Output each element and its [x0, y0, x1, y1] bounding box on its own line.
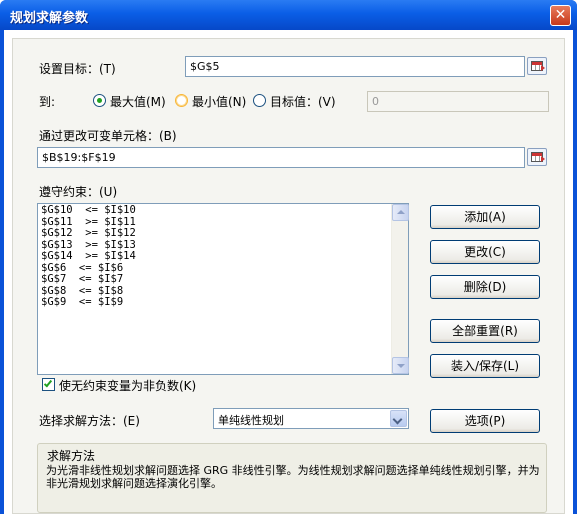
target-value-radio[interactable] — [253, 94, 266, 107]
list-item[interactable]: $G$9 <= $I$9 — [41, 296, 136, 309]
solver-dialog: 规划求解参数 ✕ 设置目标：(T) $G$5 到: 最大值(M) 最小值(N) … — [0, 0, 577, 514]
target-value-radio-label: 目标值：(V) — [270, 95, 336, 109]
add-button[interactable]: 添加(A) — [430, 205, 540, 229]
to-label: 到: — [39, 95, 56, 109]
constraints-scrollbar[interactable] — [391, 204, 409, 374]
delete-button[interactable]: 删除(D) — [430, 275, 540, 299]
max-radio[interactable] — [93, 94, 106, 107]
method-select-value: 单纯线性规划 — [218, 414, 284, 427]
min-radio[interactable] — [175, 94, 188, 107]
options-button[interactable]: 选项(P) — [430, 409, 540, 433]
list-item[interactable]: $G$14 >= $I$14 — [41, 250, 136, 263]
close-button[interactable]: ✕ — [550, 5, 571, 26]
scroll-down-icon[interactable] — [392, 357, 409, 374]
nonneg-checkbox[interactable] — [42, 378, 55, 391]
min-radio-label: 最小值(N) — [192, 95, 247, 109]
title-bar: 规划求解参数 ✕ — [0, 0, 577, 30]
scroll-up-icon[interactable] — [392, 204, 409, 221]
max-radio-label: 最大值(M) — [110, 95, 166, 109]
list-item[interactable]: $G$10 <= $I$10 — [41, 204, 136, 217]
dialog-client: 设置目标：(T) $G$5 到: 最大值(M) 最小值(N) 目标值：(V) 0… — [4, 30, 573, 514]
nonneg-label: 使无约束变量为非负数(K) — [59, 379, 197, 393]
constraints-list[interactable]: $G$10 <= $I$10 $G$11 >= $I$11 $G$12 >= $… — [37, 203, 409, 375]
variables-input[interactable]: $B$19:$F$19 — [37, 147, 525, 168]
dialog-panel: 设置目标：(T) $G$5 到: 最大值(M) 最小值(N) 目标值：(V) 0… — [12, 38, 565, 514]
objective-label: 设置目标：(T) — [39, 62, 116, 76]
list-item[interactable]: $G$7 <= $I$7 — [41, 273, 136, 286]
constraints-label: 遵守约束：(U) — [39, 185, 118, 199]
load-save-button[interactable]: 装入/保存(L) — [430, 354, 540, 378]
dialog-title: 规划求解参数 — [10, 11, 89, 26]
variables-label: 通过更改可变单元格：(B) — [39, 129, 177, 143]
variables-range-select-icon[interactable] — [527, 148, 547, 166]
solving-method-group: 求解方法 为光滑非线性规划求解问题选择 GRG 非线性引擎。为线性规划求解问题选… — [37, 443, 547, 513]
solving-method-title: 求解方法 — [47, 449, 96, 463]
reset-all-button[interactable]: 全部重置(R) — [430, 319, 540, 343]
change-button[interactable]: 更改(C) — [430, 240, 540, 264]
method-label: 选择求解方法：(E) — [39, 414, 140, 428]
method-select[interactable]: 单纯线性规划 — [213, 408, 409, 429]
target-value-input[interactable]: 0 — [367, 91, 549, 112]
list-item[interactable]: $G$12 >= $I$12 — [41, 227, 136, 240]
objective-range-select-icon[interactable] — [527, 57, 547, 75]
objective-input[interactable]: $G$5 — [185, 56, 525, 77]
constraints-list-lines: $G$10 <= $I$10 $G$11 >= $I$11 $G$12 >= $… — [41, 204, 136, 309]
solving-method-description: 为光滑非线性规划求解问题选择 GRG 非线性引擎。为线性规划求解问题选择单纯线性… — [46, 464, 540, 490]
chevron-down-icon[interactable] — [390, 410, 407, 427]
